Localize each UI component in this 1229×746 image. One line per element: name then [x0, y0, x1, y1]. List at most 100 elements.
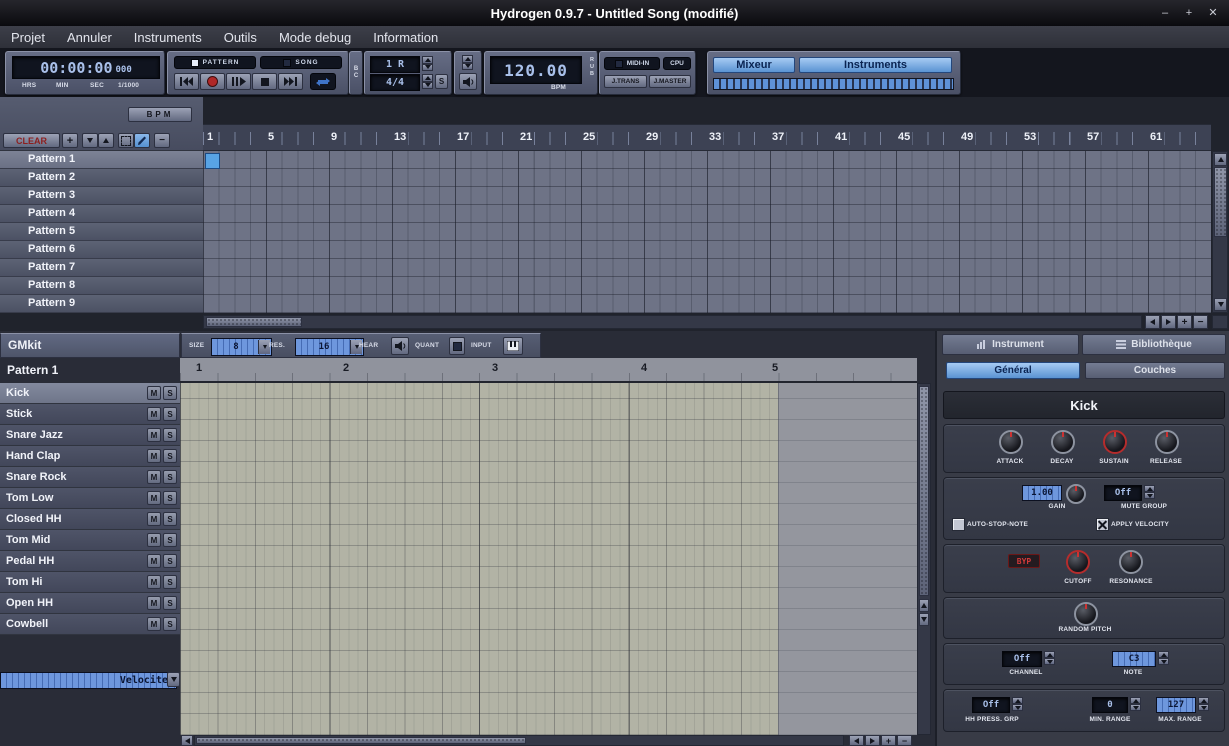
- rewind-button[interactable]: [174, 73, 199, 90]
- solo-button[interactable]: S: [163, 428, 177, 442]
- solo-button[interactable]: S: [163, 617, 177, 631]
- decay-knob[interactable]: [1051, 430, 1075, 454]
- solo-button[interactable]: S: [163, 596, 177, 610]
- min-range-display[interactable]: 0: [1092, 697, 1128, 713]
- scroll-thumb[interactable]: [196, 737, 526, 744]
- mute-button[interactable]: M: [147, 407, 161, 421]
- hear-notes-button[interactable]: [391, 337, 409, 355]
- move-pattern-down-button[interactable]: [82, 133, 98, 148]
- auto-stop-note-checkbox[interactable]: [952, 518, 965, 531]
- apply-velocity-checkbox[interactable]: [1096, 518, 1109, 531]
- mute-group-display[interactable]: Off: [1104, 485, 1142, 501]
- new-pattern-button[interactable]: +: [62, 133, 78, 148]
- mute-button[interactable]: M: [147, 554, 161, 568]
- cutoff-knob[interactable]: [1066, 550, 1090, 574]
- instrument-name[interactable]: Snare Rock: [6, 471, 67, 483]
- scroll-down-button[interactable]: [1214, 298, 1227, 311]
- pattern-row[interactable]: Pattern 8: [0, 277, 203, 295]
- instrument-name[interactable]: Kick: [6, 387, 29, 399]
- song-vscrollbar[interactable]: [1212, 151, 1228, 313]
- mute-button[interactable]: M: [147, 575, 161, 589]
- size-select[interactable]: 8: [211, 338, 272, 356]
- pattern-row[interactable]: Pattern 3: [0, 187, 203, 205]
- channel-stepper[interactable]: [1044, 651, 1055, 665]
- draw-mode-button[interactable]: [134, 133, 150, 148]
- instrument-row[interactable]: Open HH M S: [0, 593, 180, 614]
- instrument-name[interactable]: Closed HH: [6, 513, 62, 525]
- note-property-dropdown-button[interactable]: [167, 672, 180, 687]
- channel-display[interactable]: Off: [1002, 651, 1042, 667]
- solo-button[interactable]: S: [163, 491, 177, 505]
- resolution-select[interactable]: 16: [295, 338, 364, 356]
- metronome-stepper[interactable]: [462, 55, 473, 70]
- metronome-button[interactable]: [459, 73, 477, 90]
- song-timeline-ruler[interactable]: 1 5 9 13 17 21 25 29 33 37 41 45 49 53 5…: [203, 124, 1211, 151]
- beatcounter-beat-stepper[interactable]: [422, 56, 433, 71]
- forward-button[interactable]: [278, 73, 303, 90]
- delete-button[interactable]: −: [154, 133, 170, 148]
- pattern-hscrollbar[interactable]: [194, 735, 844, 746]
- record-button[interactable]: [200, 73, 225, 90]
- mute-button[interactable]: M: [147, 617, 161, 631]
- loop-button[interactable]: [310, 73, 336, 90]
- hh-pressure-group-stepper[interactable]: [1012, 697, 1023, 711]
- instrument-row[interactable]: Tom Mid M S: [0, 530, 180, 551]
- note-display[interactable]: C3: [1112, 651, 1156, 667]
- instrument-row[interactable]: Snare Jazz M S: [0, 425, 180, 446]
- instrument-row[interactable]: Cowbell M S: [0, 614, 180, 635]
- resonance-knob[interactable]: [1119, 550, 1143, 574]
- min-range-stepper[interactable]: [1130, 697, 1141, 711]
- pattern-ruler[interactable]: 1 2 3 4 5: [180, 358, 917, 383]
- move-pattern-up-button[interactable]: [98, 133, 114, 148]
- instrument-row[interactable]: Tom Low M S: [0, 488, 180, 509]
- menu-mode-debug[interactable]: Mode debug: [268, 30, 362, 45]
- instrument-row[interactable]: Kick M S: [0, 383, 180, 404]
- scroll-thumb[interactable]: [206, 317, 302, 327]
- solo-button[interactable]: S: [163, 512, 177, 526]
- mute-button[interactable]: M: [147, 386, 161, 400]
- scroll-down-button[interactable]: [919, 613, 929, 626]
- maximize-button[interactable]: +: [1179, 5, 1199, 21]
- scroll-right-button[interactable]: [865, 735, 880, 746]
- mute-button[interactable]: M: [147, 428, 161, 442]
- instrument-name[interactable]: Cowbell: [6, 618, 48, 630]
- beatcounter-measure-stepper[interactable]: [422, 74, 433, 89]
- instrument-name[interactable]: Stick: [6, 408, 32, 420]
- instrument-name[interactable]: Tom Hi: [6, 576, 42, 588]
- attack-knob[interactable]: [999, 430, 1023, 454]
- mute-button[interactable]: M: [147, 449, 161, 463]
- scroll-right-button[interactable]: [1161, 315, 1176, 329]
- mute-button[interactable]: M: [147, 512, 161, 526]
- song-mode-button[interactable]: SONG: [260, 56, 342, 69]
- pattern-row[interactable]: Pattern 5: [0, 223, 203, 241]
- instrument-name[interactable]: Open HH: [6, 597, 53, 609]
- sustain-knob[interactable]: [1103, 430, 1127, 454]
- instrument-name[interactable]: Hand Clap: [6, 450, 60, 462]
- input-mode-button[interactable]: [503, 337, 523, 355]
- scroll-thumb[interactable]: [919, 386, 929, 596]
- gain-knob[interactable]: [1066, 484, 1086, 504]
- scroll-up-button[interactable]: [1214, 153, 1227, 166]
- rubberband-button[interactable]: RUB: [589, 57, 595, 78]
- tab-layers[interactable]: Couches: [1085, 362, 1225, 379]
- note-property-select[interactable]: Velocite: [0, 672, 177, 689]
- menu-projet[interactable]: Projet: [0, 30, 56, 45]
- scroll-left-button[interactable]: [181, 735, 193, 746]
- beatcounter-toggle[interactable]: BC: [349, 51, 363, 95]
- scroll-left-button[interactable]: [849, 735, 864, 746]
- max-range-display[interactable]: 127: [1156, 697, 1196, 713]
- beatcounter-set-button[interactable]: S: [435, 74, 448, 89]
- solo-button[interactable]: S: [163, 407, 177, 421]
- mute-button[interactable]: M: [147, 491, 161, 505]
- mute-button[interactable]: M: [147, 470, 161, 484]
- solo-button[interactable]: S: [163, 449, 177, 463]
- gain-display[interactable]: 1.00: [1022, 485, 1062, 501]
- solo-button[interactable]: S: [163, 575, 177, 589]
- instrument-name[interactable]: Tom Mid: [6, 534, 50, 546]
- zoom-in-button[interactable]: +: [881, 735, 896, 746]
- song-hscrollbar[interactable]: [203, 315, 1142, 329]
- mute-button[interactable]: M: [147, 533, 161, 547]
- filter-bypass-button[interactable]: BYP: [1008, 554, 1040, 568]
- pattern-row[interactable]: Pattern 2: [0, 169, 203, 187]
- scroll-left-button[interactable]: [1145, 315, 1160, 329]
